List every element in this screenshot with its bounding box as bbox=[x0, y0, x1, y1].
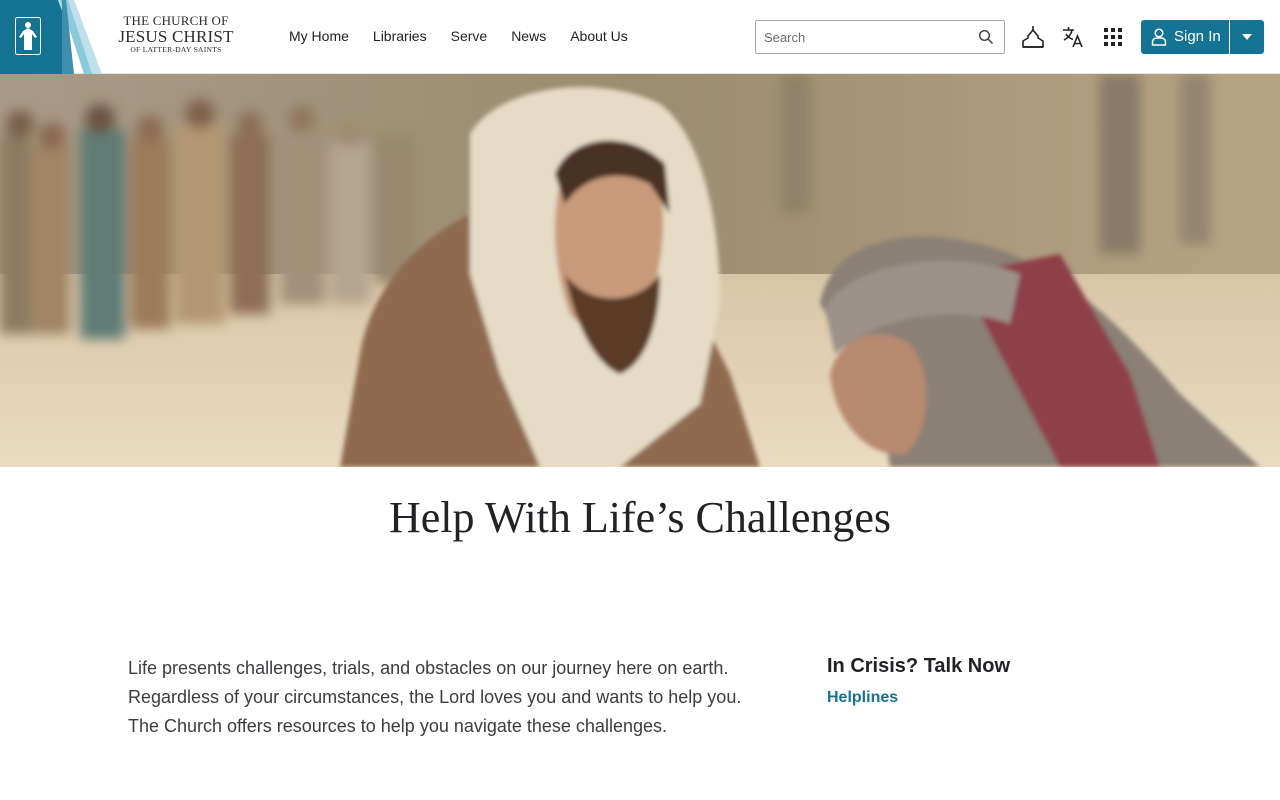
intro-paragraph: Life presents challenges, trials, and ob… bbox=[128, 658, 742, 736]
primary-nav: My Home Libraries Serve News About Us bbox=[289, 27, 652, 45]
nav-serve[interactable]: Serve bbox=[451, 27, 488, 45]
sign-in-button[interactable]: Sign In bbox=[1141, 20, 1229, 54]
search-box bbox=[755, 20, 1005, 54]
sign-in-dropdown-button[interactable] bbox=[1230, 20, 1264, 54]
wordmark-line-1: THE CHURCH OF bbox=[123, 13, 229, 28]
nav-my-home[interactable]: My Home bbox=[289, 27, 349, 45]
hero-illustration bbox=[0, 74, 1280, 467]
nav-news[interactable]: News bbox=[511, 27, 546, 45]
page-title: Help With Life’s Challenges bbox=[388, 493, 892, 542]
nav-libraries[interactable]: Libraries bbox=[373, 27, 427, 45]
search-icon[interactable] bbox=[978, 29, 994, 45]
helplines-link[interactable]: Helplines bbox=[827, 688, 898, 708]
church-wordmark: THE CHURCH OF JESUS CHRIST OF LATTER-DAY… bbox=[116, 14, 236, 55]
search-input[interactable] bbox=[756, 21, 968, 53]
church-logo-link[interactable] bbox=[0, 0, 102, 74]
caret-down-icon bbox=[1242, 34, 1252, 40]
christus-statue-icon bbox=[15, 17, 41, 55]
wordmark-line-3: OF LATTER-DAY SAINTS bbox=[130, 45, 222, 54]
user-icon bbox=[1151, 28, 1167, 46]
nav-about-us[interactable]: About Us bbox=[570, 27, 628, 45]
crisis-heading: In Crisis? Talk Now bbox=[827, 655, 1010, 677]
site-header: THE CHURCH OF JESUS CHRIST OF LATTER-DAY… bbox=[0, 0, 1280, 74]
language-icon[interactable] bbox=[1060, 24, 1086, 50]
hero-image bbox=[0, 74, 1280, 467]
app-grid-icon[interactable] bbox=[1100, 24, 1126, 50]
sign-in-label: Sign In bbox=[1174, 28, 1221, 45]
wordmark-line-2: JESUS CHRIST bbox=[118, 27, 234, 46]
meetinghouse-icon[interactable] bbox=[1020, 24, 1046, 50]
